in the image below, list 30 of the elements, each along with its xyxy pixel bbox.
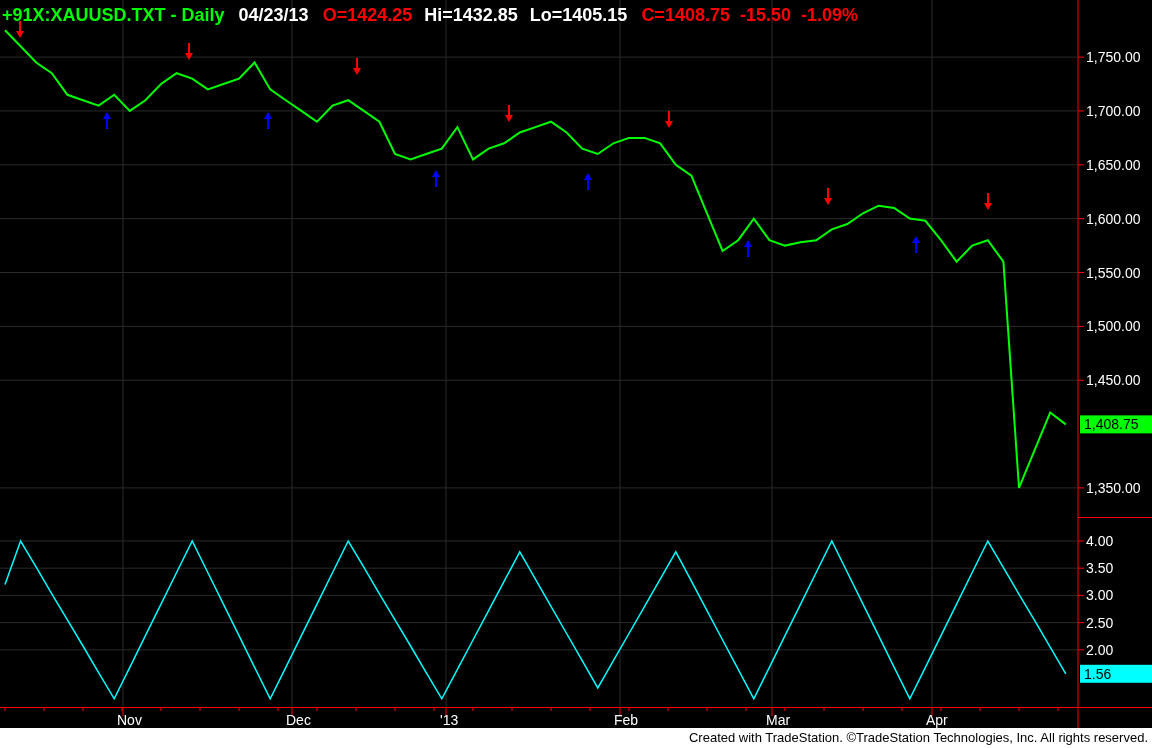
header-value: 04/23/13 (238, 5, 309, 25)
axis-label: Feb (614, 712, 639, 728)
axis-label: Nov (117, 712, 142, 728)
axis-label: Dec (286, 712, 311, 728)
axis-label: Apr (926, 712, 948, 728)
axis-label: 4.00 (1086, 532, 1114, 549)
copyright-text: Created with TradeStation. ©TradeStation Technologies, Inc. All rights reserved. (688, 729, 1148, 747)
axis-label: 1,450.00 (1086, 372, 1141, 389)
axis-label: '13 (440, 712, 459, 728)
last-value-label: 1,408.75 (1080, 415, 1152, 434)
axis-label: 2.50 (1086, 614, 1114, 631)
axis-label: 1,650.00 (1086, 156, 1141, 173)
last-value-label: 1.56 (1080, 664, 1152, 683)
axis-label: 3.50 (1086, 560, 1114, 577)
axis-label: 1,550.00 (1086, 264, 1141, 281)
axis-label: 1,750.00 (1086, 49, 1141, 66)
axis-label: 1,600.00 (1086, 210, 1141, 227)
header-value: C=1408.75 (641, 5, 730, 25)
header-value: Hi=1432.85 (424, 5, 518, 25)
chart-title: +91X:XAUUSD.TXT - Daily (2, 5, 225, 25)
axis-label: 3.00 (1086, 587, 1114, 604)
axis-label: Mar (766, 712, 791, 728)
header-value: -15.50 (739, 5, 791, 25)
axis-label: 1,700.00 (1086, 102, 1141, 119)
header-value: Lo=1405.15 (529, 5, 628, 25)
axis-label: 2.00 (1086, 641, 1114, 658)
header-value: O=1424.25 (322, 5, 413, 25)
header-value: -1.09% (801, 5, 859, 25)
axis-label: 1,500.00 (1086, 318, 1141, 335)
axis-label: 1,350.00 (1086, 479, 1141, 496)
